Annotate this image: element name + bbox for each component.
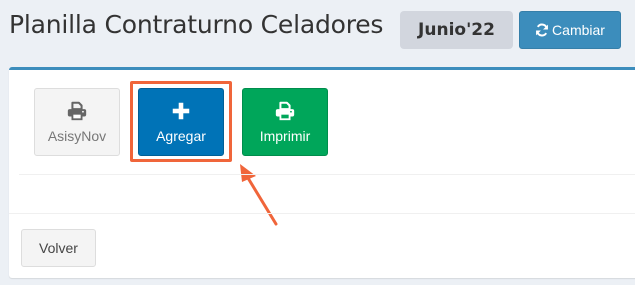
plus-icon [172,102,190,120]
printer-icon [67,101,87,121]
page-title: Planilla Contraturno Celadores [9,10,384,39]
imprimir-button[interactable]: Imprimir [242,88,328,156]
actions-panel: AsisyNov Agregar Imprimir Volver [9,67,635,278]
back-button[interactable]: Volver [21,229,96,267]
change-button-label: Cambiar [552,22,605,38]
refresh-icon [536,23,548,37]
asisynov-button[interactable]: AsisyNov [34,88,120,156]
printer-icon [275,101,295,121]
asisynov-label: AsisyNov [47,128,107,144]
period-badge: Junio'22 [400,11,513,49]
divider [19,174,635,175]
change-button[interactable]: Cambiar [519,11,621,49]
box-footer-divider [9,213,635,214]
page: Planilla Contraturno Celadores Junio'22 … [0,0,635,285]
agregar-label: Agregar [156,128,206,144]
agregar-button[interactable]: Agregar [138,88,224,156]
imprimir-label: Imprimir [259,128,311,144]
